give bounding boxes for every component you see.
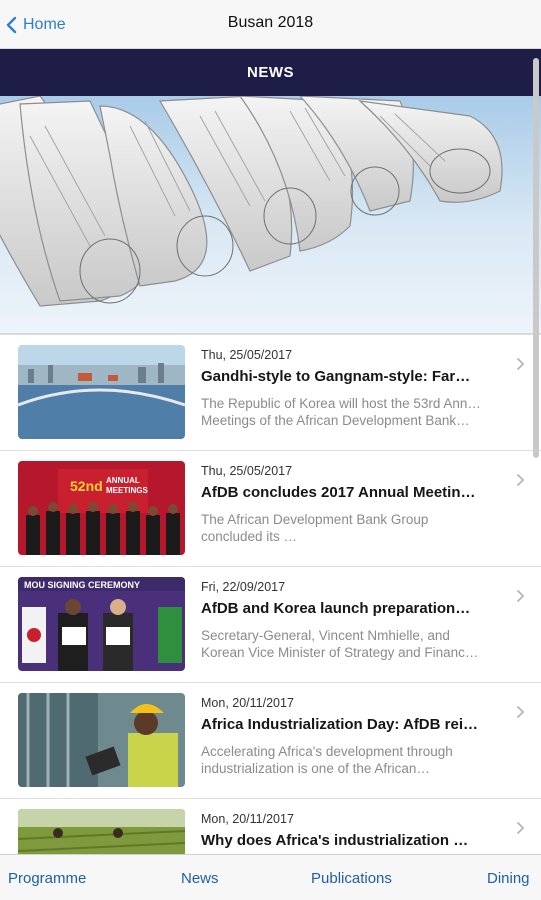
news-list: Thu, 25/05/2017 Gandhi-style to Gangnam-… <box>0 334 541 854</box>
article-title: Why does Africa's industrialization … <box>201 832 469 849</box>
article-date: Mon, 20/11/2017 <box>201 812 294 826</box>
article-thumbnail <box>18 809 185 854</box>
tab-programme[interactable]: Programme <box>8 870 86 887</box>
list-item[interactable]: Mon, 20/11/2017 Why does Africa's indust… <box>0 799 541 854</box>
article-title: AfDB concludes 2017 Annual Meetin… <box>201 484 476 501</box>
article-thumbnail: MOU SIGNING CEREMONY <box>18 577 185 671</box>
scrollbar[interactable] <box>533 58 539 458</box>
bottom-tabbar: Programme News Publications Dining <box>0 854 541 900</box>
newspapers-hero-image <box>0 96 541 334</box>
summary-line: concluded its … <box>201 529 298 544</box>
list-item[interactable]: 52nd ANNUAL MEETINGS Thu, 25/05/2017 AfD… <box>0 451 541 567</box>
tab-publications[interactable]: Publications <box>311 870 392 887</box>
article-thumbnail <box>18 345 185 439</box>
summary-line: The Republic of Korea will host the 53rd… <box>201 396 483 411</box>
summary-line: Accelerating Africa's development throug… <box>201 744 453 759</box>
banner-text: MEETINGS <box>106 486 148 495</box>
summary-line: Secretary-General, Vincent Nmhielle, and <box>201 628 450 643</box>
page-title: Busan 2018 <box>227 14 314 31</box>
article-summary: Accelerating Africa's development throug… <box>201 743 483 777</box>
chevron-right-icon <box>516 821 525 835</box>
article-date: Mon, 20/11/2017 <box>201 696 294 710</box>
summary-line: The African Development Bank Group <box>201 512 429 527</box>
summary-line: Meetings of the African Development Bank… <box>201 413 470 428</box>
article-thumbnail <box>18 693 185 787</box>
list-item[interactable]: Thu, 25/05/2017 Gandhi-style to Gangnam-… <box>0 335 541 451</box>
article-title: Africa Industrialization Day: AfDB rei… <box>201 716 478 733</box>
top-navbar: Home Busan 2018 <box>0 0 541 49</box>
section-header: NEWS <box>0 49 541 96</box>
article-summary: The Republic of Korea will host the 53rd… <box>201 395 483 429</box>
article-title: AfDB and Korea launch preparation… <box>201 600 471 617</box>
tab-dining[interactable]: Dining <box>487 870 530 887</box>
chevron-right-icon <box>516 473 525 487</box>
article-summary: The African Development Bank Group concl… <box>201 511 483 545</box>
article-date: Fri, 22/09/2017 <box>201 580 286 594</box>
summary-line: industrialization is one of the African… <box>201 761 430 776</box>
article-summary: Secretary-General, Vincent Nmhielle, and… <box>201 627 483 661</box>
article-date: Thu, 25/05/2017 <box>201 348 293 362</box>
list-item[interactable]: MOU SIGNING CEREMONY Fri, 22/09/2017 AfD… <box>0 567 541 683</box>
banner-text: 52nd <box>70 478 103 494</box>
news-content[interactable]: NEWS Thu, 25/05/2017 Gandhi-style to Gan… <box>0 49 541 854</box>
summary-line: Korean Vice Minister of Strategy and Fin… <box>201 645 483 660</box>
banner-text: ANNUAL <box>106 476 140 485</box>
article-thumbnail: 52nd ANNUAL MEETINGS <box>18 461 185 555</box>
banner-text: MOU SIGNING CEREMONY <box>24 580 140 590</box>
article-date: Thu, 25/05/2017 <box>201 464 293 478</box>
article-title: Gandhi-style to Gangnam-style: Far… <box>201 368 471 385</box>
chevron-right-icon <box>516 705 525 719</box>
chevron-right-icon <box>516 357 525 371</box>
list-item[interactable]: Mon, 20/11/2017 Africa Industrialization… <box>0 683 541 799</box>
chevron-right-icon <box>516 589 525 603</box>
tab-news[interactable]: News <box>181 870 219 887</box>
